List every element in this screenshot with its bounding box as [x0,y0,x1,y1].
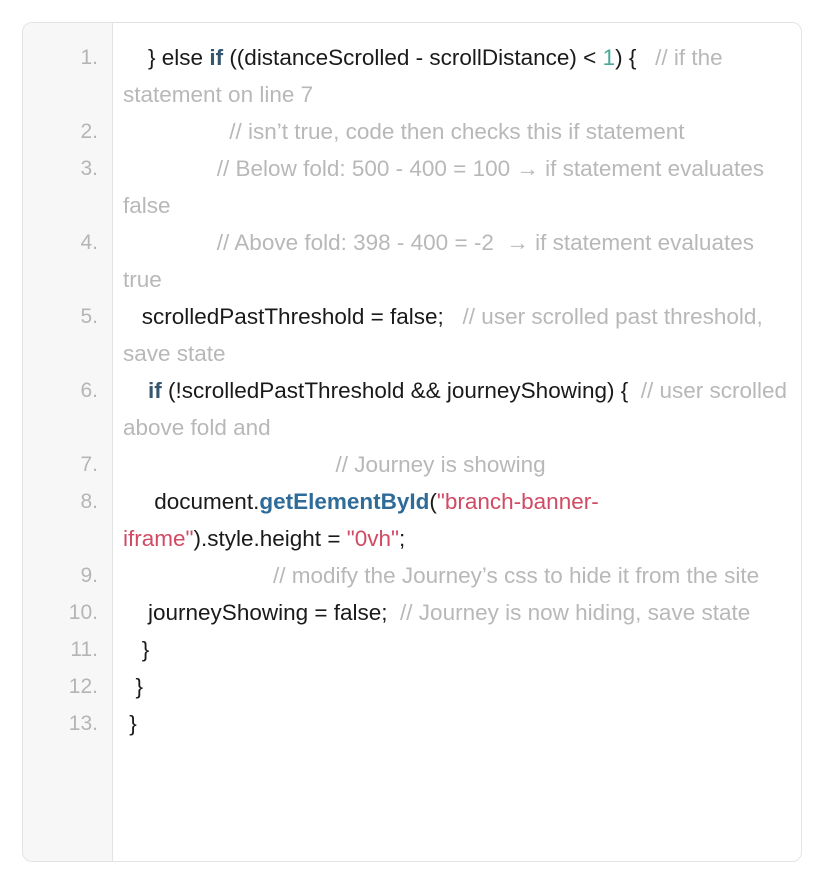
code-token-plain: } [123,674,144,699]
code-token-plain: ( [429,489,437,514]
code-token-plain: } else [123,45,210,70]
code-token-plain: ).style.height = [193,526,347,551]
code-token-plain: } [123,711,137,736]
line-number: 6. [80,379,98,402]
code-token-plain: ; [398,526,406,551]
line-number: 8. [80,490,98,513]
code-line: } [123,705,791,742]
code-line: document.getElementById("branch-banner-i… [123,483,791,557]
code-line: // Below fold: 500 - 400 = 100 → if stat… [123,150,791,224]
code-token-keyword: if [148,378,162,403]
code-line: // isn’t true, code then checks this if … [123,113,791,150]
code-token-comment: // modify the Journey’s css to hide it f… [273,563,760,588]
code-token-number: 1 [602,45,616,70]
code-line: } [123,668,791,705]
line-number: 1. [80,46,98,69]
code-token-string: "0vh" [346,526,399,551]
code-content-area[interactable]: } else if ((distanceScrolled - scrollDis… [113,23,801,861]
line-number: 4. [80,231,98,254]
code-token-function: getElementById [259,489,430,514]
code-token-comment: // Journey is showing [335,452,546,477]
code-token-keyword: if [209,45,224,70]
code-line: } else if ((distanceScrolled - scrollDis… [123,39,791,113]
code-token-plain: (!scrolledPastThreshold && journeyShowin… [161,378,641,403]
code-line: // Above fold: 398 - 400 = -2 → if state… [123,224,791,298]
line-number: 12. [68,675,98,698]
line-number: 13. [68,712,98,735]
code-token-comment: // Journey is now hiding, save state [400,600,751,625]
line-number: 5. [80,305,98,328]
code-snippet-card: 1. 2. 3. 4. 5. 6. 7. 8. 9. 10. 11. 12. 13. } else if… [22,22,802,862]
code-token-comment: // isn’t true, code then checks this if … [229,119,685,144]
code-token-comment: // Above fold: 398 - 400 = -2 → if state… [123,230,761,292]
line-number: 10. [68,601,98,624]
code-token-plain: journeyShowing = false; [123,600,401,625]
code-line: if (!scrolledPastThreshold && journeySho… [123,372,791,446]
line-number-gutter: 1. 2. 3. 4. 5. 6. 7. 8. 9. 10. 11. 12. 13. [23,23,113,861]
code-line: journeyShowing = false; // Journey is no… [123,594,791,631]
line-number: 9. [80,564,98,587]
code-line: // Journey is showing [123,446,791,483]
code-token-plain: document. [123,489,260,514]
line-number: 2. [80,120,98,143]
line-number: 11. [70,638,98,661]
code-line: scrolledPastThreshold = false; // user s… [123,298,791,372]
code-line: // modify the Journey’s css to hide it f… [123,557,791,594]
line-number: 7. [80,453,98,476]
line-number: 3. [80,157,98,180]
code-line: } [123,631,791,668]
code-token-comment: // Below fold: 500 - 400 = 100 → if stat… [123,156,771,218]
code-token-plain: } [123,637,150,662]
code-token-plain: scrolledPastThreshold = false; [123,304,463,329]
code-token-plain: ((distanceScrolled - scrollDistance) < [223,45,603,70]
code-token-plain: ) { [615,45,656,70]
